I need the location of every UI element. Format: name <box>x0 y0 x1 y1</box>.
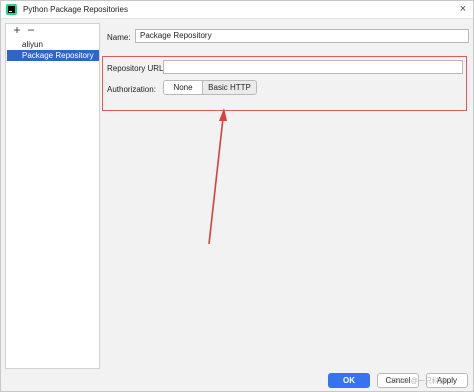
authorization-selector: None Basic HTTP <box>163 80 257 95</box>
name-input[interactable]: Package Repository <box>135 29 469 43</box>
dialog-window: Python Package Repositories × + − aliyun… <box>0 0 474 392</box>
minus-icon[interactable]: − <box>25 24 37 38</box>
repo-item-aliyun[interactable]: aliyun <box>7 39 99 50</box>
list-toolbar: + − <box>6 24 99 39</box>
name-label: Name: <box>107 33 131 42</box>
auth-option-basic-http[interactable]: Basic HTTP <box>203 81 256 94</box>
repository-url-input[interactable] <box>163 60 463 74</box>
plus-icon[interactable]: + <box>11 24 23 38</box>
pycharm-icon <box>6 4 17 15</box>
window-title: Python Package Repositories <box>23 5 128 14</box>
ok-button[interactable]: OK <box>328 373 370 388</box>
close-icon[interactable]: × <box>457 3 469 15</box>
auth-option-none[interactable]: None <box>164 81 203 94</box>
repository-list-panel: + − aliyun Package Repository <box>5 23 100 369</box>
repository-url-label: Repository URL: <box>107 64 166 73</box>
watermark: CSDN @一只科技 <box>389 378 446 385</box>
authorization-label: Authorization: <box>107 85 156 94</box>
repository-settings: Name: Package Repository Repository URL:… <box>101 23 473 369</box>
title-bar: Python Package Repositories × <box>1 1 473 19</box>
repo-item-package-repository[interactable]: Package Repository <box>7 50 99 61</box>
